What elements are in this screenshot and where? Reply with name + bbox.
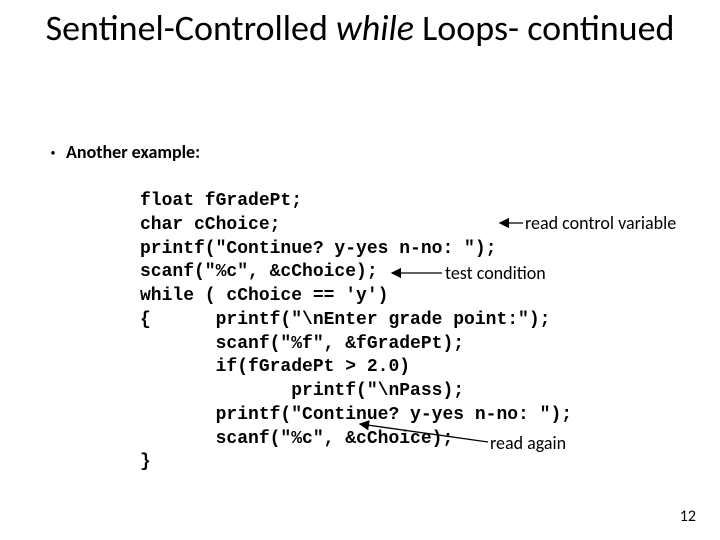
code-line: printf("Continue? y-yes n-no: "); [140,405,572,425]
slide: Sentinel-Controlled while Loops- continu… [0,0,720,540]
code-line: } [140,452,151,472]
code-line: { printf("\nEnter grade point:"); [140,310,550,330]
page-number: 12 [680,507,696,526]
code-line: scanf("%f", &fGradePt); [140,334,464,354]
code-line: if(fGradePt > 2.0) [140,357,410,377]
bullet-dot-icon: • [40,146,66,160]
code-line: scanf("%c", &cChoice); [140,262,378,282]
slide-title: Sentinel-Controlled while Loops- continu… [0,10,720,48]
code-line: char cChoice; [140,215,280,235]
slide-body: • Another example: float fGradePt; char … [40,140,700,499]
title-pre: Sentinel-Controlled [46,6,336,50]
code-line: scanf("%c", &cChoice); [140,429,453,449]
code-line: while ( cChoice == 'y') [140,286,388,306]
title-italic: while [336,6,414,50]
code-line: printf("\nPass); [140,381,464,401]
title-post: Loops- continued [414,6,674,50]
bullet-row: • Another example: [40,140,700,164]
annotation-test-condition: test condition [445,262,546,284]
code-line: printf("Continue? y-yes n-no: "); [140,239,496,259]
bullet-text: Another example: [66,140,200,164]
annotation-read-control: read control variable [525,212,676,234]
annotation-read-again: read again [490,432,566,454]
code-line: float fGradePt; [140,191,302,211]
